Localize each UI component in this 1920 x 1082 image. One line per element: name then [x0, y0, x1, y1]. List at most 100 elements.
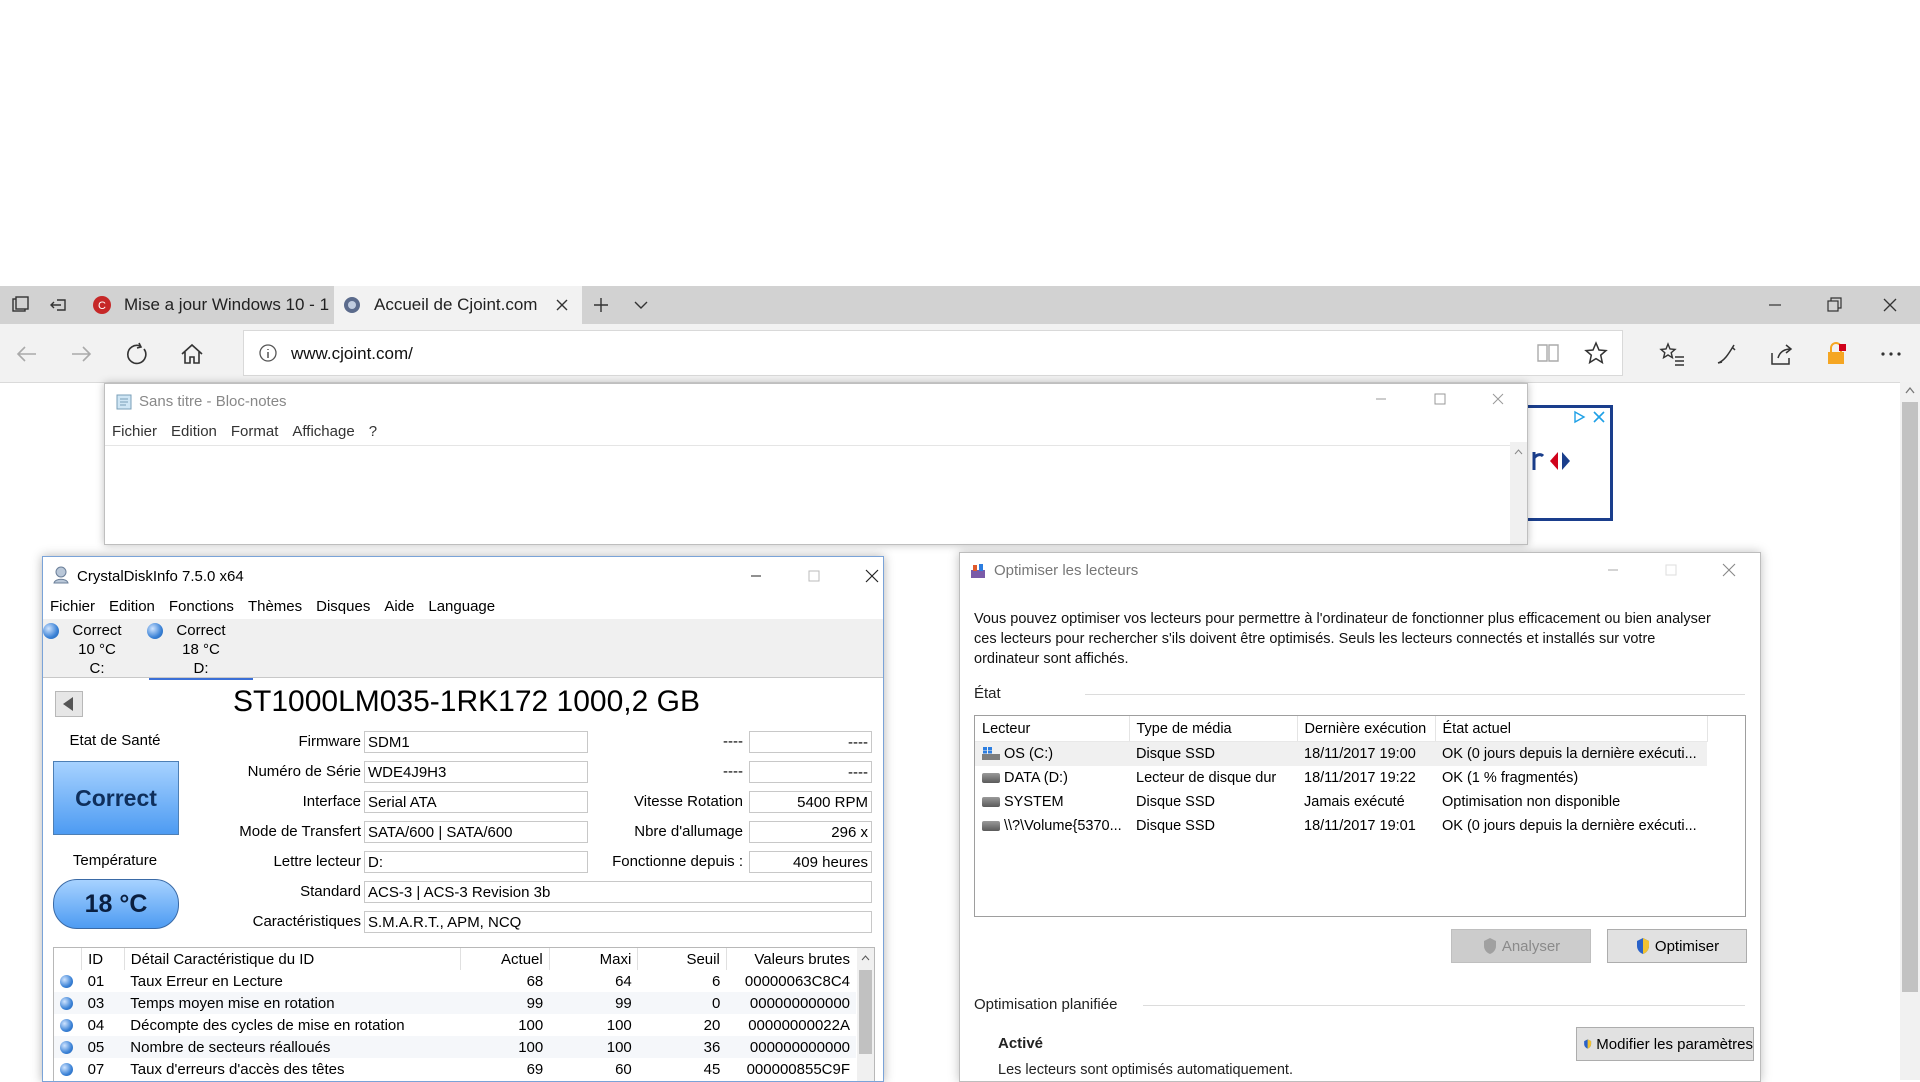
page-scrollbar[interactable]: [1900, 382, 1920, 1080]
menu-help[interactable]: ?: [369, 423, 377, 440]
list-item[interactable]: DATA (D:) Lecteur de disque dur 18/11/20…: [975, 766, 1707, 790]
minimize-icon[interactable]: [733, 561, 779, 591]
notepad-text-area[interactable]: [105, 446, 1510, 544]
close-icon[interactable]: [1475, 384, 1521, 414]
drive-name: SYSTEM: [1004, 794, 1064, 810]
notepad-title: Sans titre - Bloc-notes: [139, 393, 287, 410]
tab-preview-icon[interactable]: [10, 295, 30, 315]
modify-settings-button[interactable]: Modifier les paramètres: [1576, 1027, 1754, 1061]
url-text: www.cjoint.com/: [291, 344, 413, 363]
scroll-up-icon[interactable]: [861, 954, 870, 961]
info-icon[interactable]: [258, 343, 278, 363]
set-aside-tabs-icon[interactable]: [48, 295, 68, 315]
optimize-button[interactable]: Optimiser: [1607, 929, 1747, 963]
favorites-hub-icon[interactable]: [1659, 341, 1685, 367]
optimize-drives-window: Optimiser les lecteurs Vous pouvez optim…: [959, 552, 1761, 1082]
menu-disques[interactable]: Disques: [316, 598, 370, 615]
close-icon[interactable]: [849, 561, 884, 591]
menu-fonctions[interactable]: Fonctions: [169, 598, 234, 615]
list-item[interactable]: SYSTEM Disque SSD Jamais exécuté Optimis…: [975, 790, 1707, 814]
minimize-icon[interactable]: [1765, 295, 1785, 315]
web-note-icon[interactable]: [1714, 341, 1740, 367]
smart-header-row: ID Détail Caractéristique du ID Actuel M…: [54, 948, 856, 970]
notepad-menu-bar: Fichier Edition Format Affichage ?: [112, 423, 391, 440]
smart-current: 69: [460, 1058, 550, 1080]
tab-windows-update[interactable]: C Mise a jour Windows 10 - 1: [84, 286, 332, 324]
col-last-run[interactable]: Dernière exécution: [1297, 716, 1436, 742]
new-tab-icon[interactable]: [591, 295, 611, 315]
col-drive[interactable]: Lecteur: [975, 716, 1130, 742]
analyze-button[interactable]: Analyser: [1451, 929, 1591, 963]
scrollbar-thumb[interactable]: [1902, 402, 1918, 992]
col-threshold[interactable]: Seuil: [637, 948, 727, 970]
menu-fichier[interactable]: Fichier: [112, 423, 157, 440]
address-input[interactable]: www.cjoint.com/: [243, 330, 1623, 376]
home-icon[interactable]: [179, 341, 205, 367]
table-row[interactable]: 03 Temps moyen mise en rotation 99 99 0 …: [54, 992, 856, 1014]
reading-view-icon[interactable]: [1536, 342, 1560, 364]
scroll-up-icon[interactable]: [1905, 386, 1915, 394]
table-row[interactable]: 04 Décompte des cycles de mise en rotati…: [54, 1014, 856, 1036]
menu-themes[interactable]: Thèmes: [248, 598, 302, 615]
ad-banner[interactable]: [1525, 405, 1613, 521]
previous-drive-button[interactable]: [55, 691, 83, 717]
smart-current: 68: [460, 970, 550, 992]
ad-close-icon[interactable]: [1592, 410, 1606, 424]
col-detail[interactable]: Détail Caractéristique du ID: [124, 948, 462, 970]
extension-lock-icon[interactable]: [1823, 341, 1849, 367]
maximize-icon[interactable]: [791, 561, 837, 591]
notepad-scrollbar[interactable]: [1510, 442, 1527, 544]
smart-table-scrollbar[interactable]: [857, 948, 874, 1081]
drive-button-c[interactable]: Correct 10 °C C:: [43, 621, 149, 678]
last-run: 18/11/2017 19:01: [1304, 818, 1416, 834]
temperature-value: 18 °C: [53, 879, 179, 929]
scrollbar-thumb[interactable]: [859, 970, 872, 1054]
restore-icon[interactable]: [1824, 295, 1844, 315]
menu-edition[interactable]: Edition: [171, 423, 217, 440]
drive-button-d[interactable]: Correct 18 °C D:: [147, 621, 253, 680]
maximize-icon[interactable]: [1648, 555, 1694, 585]
menu-language[interactable]: Language: [428, 598, 495, 615]
list-item[interactable]: \\?\Volume{5370... Disque SSD 18/11/2017…: [975, 814, 1707, 838]
menu-aide[interactable]: Aide: [384, 598, 414, 615]
drive-letter: D:: [193, 660, 209, 677]
serial-field: WDE4J9H3: [364, 761, 588, 783]
uac-shield-icon: [1584, 1039, 1592, 1049]
minimize-icon[interactable]: [1358, 384, 1404, 414]
ad-choices-icon[interactable]: [1572, 410, 1586, 424]
table-row[interactable]: 01 Taux Erreur en Lecture 68 64 6 000000…: [54, 970, 856, 992]
close-window-icon[interactable]: [1880, 295, 1900, 315]
table-row[interactable]: 05 Nombre de secteurs réalloués 100 100 …: [54, 1036, 856, 1058]
maximize-icon[interactable]: [1417, 384, 1463, 414]
status-dot-icon: [60, 975, 73, 989]
col-max[interactable]: Maxi: [549, 948, 639, 970]
col-id[interactable]: ID: [81, 948, 125, 970]
close-icon[interactable]: [1706, 555, 1752, 585]
forward-icon[interactable]: [68, 341, 94, 367]
more-icon[interactable]: [1878, 341, 1904, 367]
menu-format[interactable]: Format: [231, 423, 279, 440]
smart-raw: 000000855C9F: [726, 1058, 856, 1080]
refresh-icon[interactable]: [124, 341, 150, 367]
menu-edition[interactable]: Edition: [109, 598, 155, 615]
menu-affichage[interactable]: Affichage: [292, 423, 354, 440]
favorite-star-icon[interactable]: [1584, 341, 1608, 365]
smart-name: Nombre de secteurs réalloués: [124, 1036, 461, 1058]
health-status-button[interactable]: Correct: [53, 761, 179, 835]
table-row[interactable]: 07 Taux d'erreurs d'accès des têtes 69 6…: [54, 1058, 856, 1080]
close-tab-icon[interactable]: [554, 297, 570, 313]
back-icon[interactable]: [14, 341, 40, 367]
col-media-type[interactable]: Type de média: [1129, 716, 1298, 742]
minimize-icon[interactable]: [1590, 555, 1636, 585]
col-raw[interactable]: Valeurs brutes: [726, 948, 856, 970]
media-type: Disque SSD: [1129, 741, 1297, 766]
list-item[interactable]: OS (C:) Disque SSD 18/11/2017 19:00 OK (…: [975, 741, 1707, 766]
tab-cjoint[interactable]: Accueil de Cjoint.com: [334, 286, 582, 324]
menu-fichier[interactable]: Fichier: [50, 598, 95, 615]
smart-id: 05: [81, 1036, 125, 1058]
col-current[interactable]: Actuel: [460, 948, 550, 970]
col-status[interactable]: État actuel: [1435, 716, 1708, 742]
scroll-up-icon[interactable]: [1514, 448, 1523, 455]
chevron-down-icon[interactable]: [631, 295, 651, 315]
share-icon[interactable]: [1768, 341, 1794, 367]
